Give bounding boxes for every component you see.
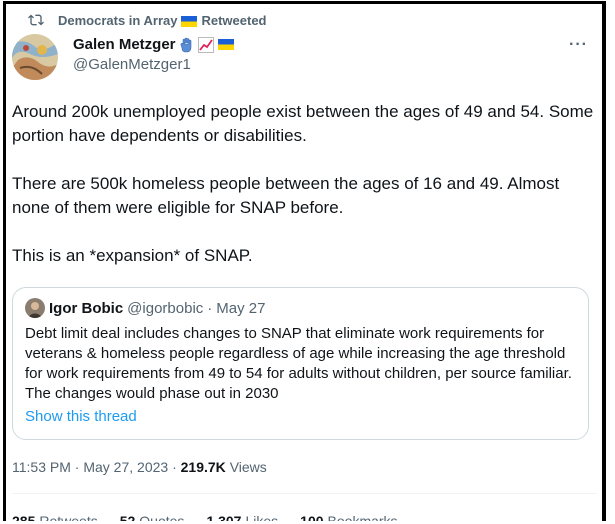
tweet-time[interactable]: 11:53 PM: [12, 459, 71, 475]
quoted-tweet-text: Debt limit deal includes changes to SNAP…: [25, 325, 572, 402]
quoted-tweet[interactable]: Igor Bobic @igorbobic · May 27 Debt limi…: [12, 287, 589, 440]
likes-stat[interactable]: 1,307 Likes: [206, 513, 278, 521]
tweet-text: Around 200k unemployed people exist betw…: [12, 100, 597, 292]
tweet-paragraph: There are 500k homeless people between t…: [12, 174, 560, 217]
tweet-meta: 11:53 PM · May 27, 2023 · 219.7K Views: [12, 459, 267, 475]
avatar: [25, 298, 45, 318]
quoted-date: May 27: [216, 299, 266, 317]
separator-dot: ·: [172, 459, 181, 475]
quoted-tweet-header: Igor Bobic @igorbobic · May 27: [25, 298, 265, 318]
quotes-stat[interactable]: 52 Quotes: [120, 513, 185, 521]
views-count: 219.7K: [180, 459, 226, 475]
retweet-indicator[interactable]: Democrats in Array Retweeted: [28, 12, 267, 28]
tweet-paragraph: Around 200k unemployed people exist betw…: [12, 102, 594, 145]
bookmarks-stat[interactable]: 100 Bookmarks: [300, 513, 397, 521]
more-icon[interactable]: ···: [569, 36, 588, 54]
retweet-icon: [28, 12, 44, 28]
engagement-stats: 285 Retweets 52 Quotes 1,307 Likes 100 Bookm…: [12, 513, 398, 521]
author-name[interactable]: Galen Metzger: [73, 36, 176, 53]
ukraine-flag-icon: [217, 39, 234, 50]
show-thread-link[interactable]: Show this thread: [25, 408, 137, 425]
divider: [12, 493, 597, 494]
chart-increasing-icon: [197, 36, 214, 53]
author-block: Galen Metzger @GalenMetzger1: [73, 36, 234, 73]
tweet-paragraph: This is an *expansion* of SNAP.: [12, 246, 253, 265]
views-label: Views: [229, 459, 267, 475]
raised-hand-icon: [180, 37, 194, 53]
tweet-card: Democrats in Array Retweeted Galen Metzg…: [3, 1, 606, 521]
retweeted-label: Retweeted: [201, 12, 267, 28]
separator-dot: ·: [207, 299, 213, 317]
author-handle[interactable]: @GalenMetzger1: [73, 56, 234, 73]
ukraine-flag-icon: [181, 15, 198, 27]
avatar[interactable]: [12, 34, 58, 80]
quoted-author-name: Igor Bobic: [49, 299, 124, 317]
quoted-author-handle: @igorbobic: [127, 299, 204, 317]
tweet-date[interactable]: May 27, 2023: [83, 459, 168, 475]
retweeter-name[interactable]: Democrats in Array: [58, 13, 177, 28]
retweets-stat[interactable]: 285 Retweets: [12, 513, 98, 521]
